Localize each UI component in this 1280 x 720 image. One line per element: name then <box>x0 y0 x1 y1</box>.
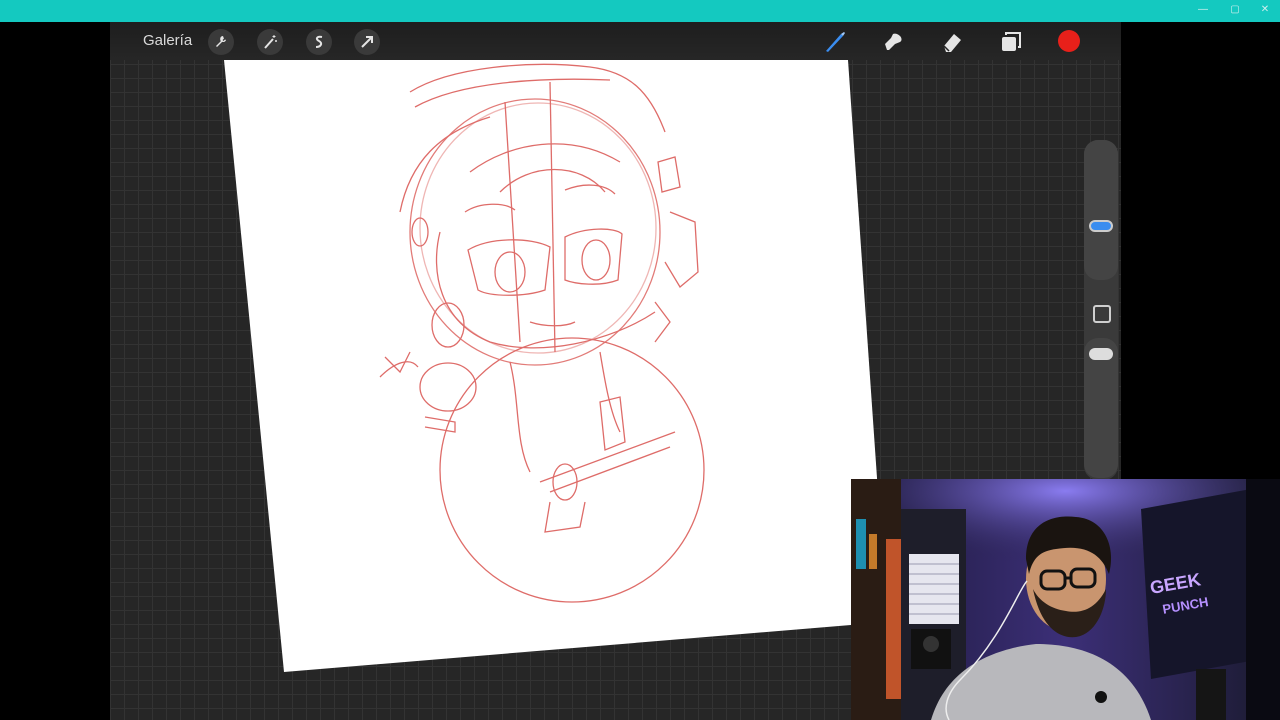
top-toolbar: Galería <box>110 22 1121 60</box>
window-titlebar: — ▢ ✕ <box>0 0 1280 22</box>
opacity-handle[interactable] <box>1089 348 1113 360</box>
restore-icon[interactable]: ▢ <box>1228 4 1242 16</box>
brush-size-slider[interactable] <box>1084 140 1118 280</box>
smudge-icon[interactable] <box>879 28 907 56</box>
close-icon[interactable]: ✕ <box>1258 4 1272 16</box>
eraser-icon[interactable] <box>938 28 966 56</box>
layers-icon[interactable] <box>997 28 1025 56</box>
transform-arrow-icon[interactable] <box>354 29 380 55</box>
side-sliders-panel <box>1084 140 1118 480</box>
color-picker-button[interactable] <box>1058 30 1080 52</box>
canvas-paper[interactable] <box>224 60 887 672</box>
gallery-button[interactable]: Galería <box>143 32 192 49</box>
wrench-icon[interactable] <box>208 29 234 55</box>
modify-button[interactable] <box>1093 305 1111 323</box>
webcam-overlay: GEEK PUNCH <box>851 479 1280 720</box>
minimize-icon[interactable]: — <box>1196 4 1210 16</box>
magic-wand-icon[interactable] <box>257 29 283 55</box>
opacity-slider[interactable] <box>1084 338 1118 478</box>
brush-icon[interactable] <box>821 28 849 56</box>
selection-icon[interactable] <box>306 29 332 55</box>
brush-size-handle[interactable] <box>1089 220 1113 232</box>
